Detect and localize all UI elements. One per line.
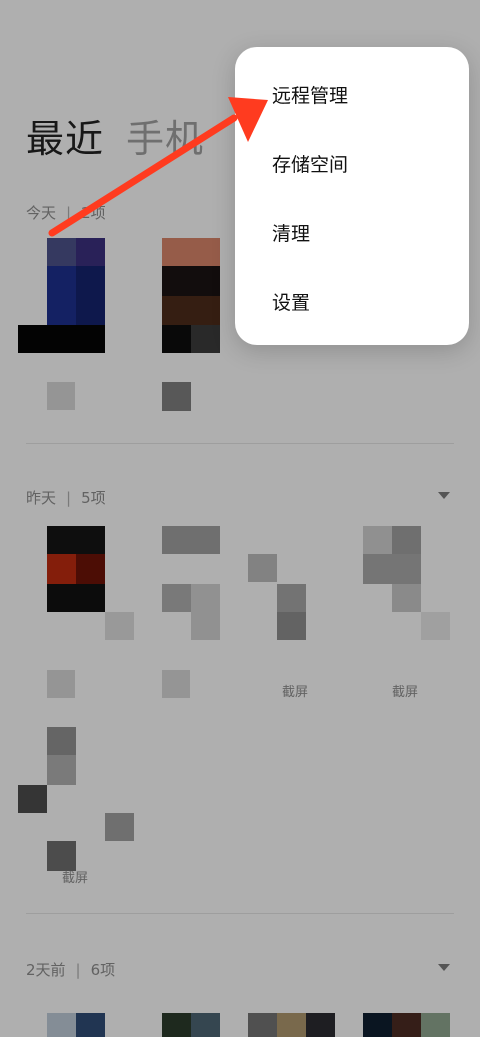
arrow-shaft bbox=[48, 114, 238, 237]
annotation-arrow bbox=[48, 97, 268, 237]
